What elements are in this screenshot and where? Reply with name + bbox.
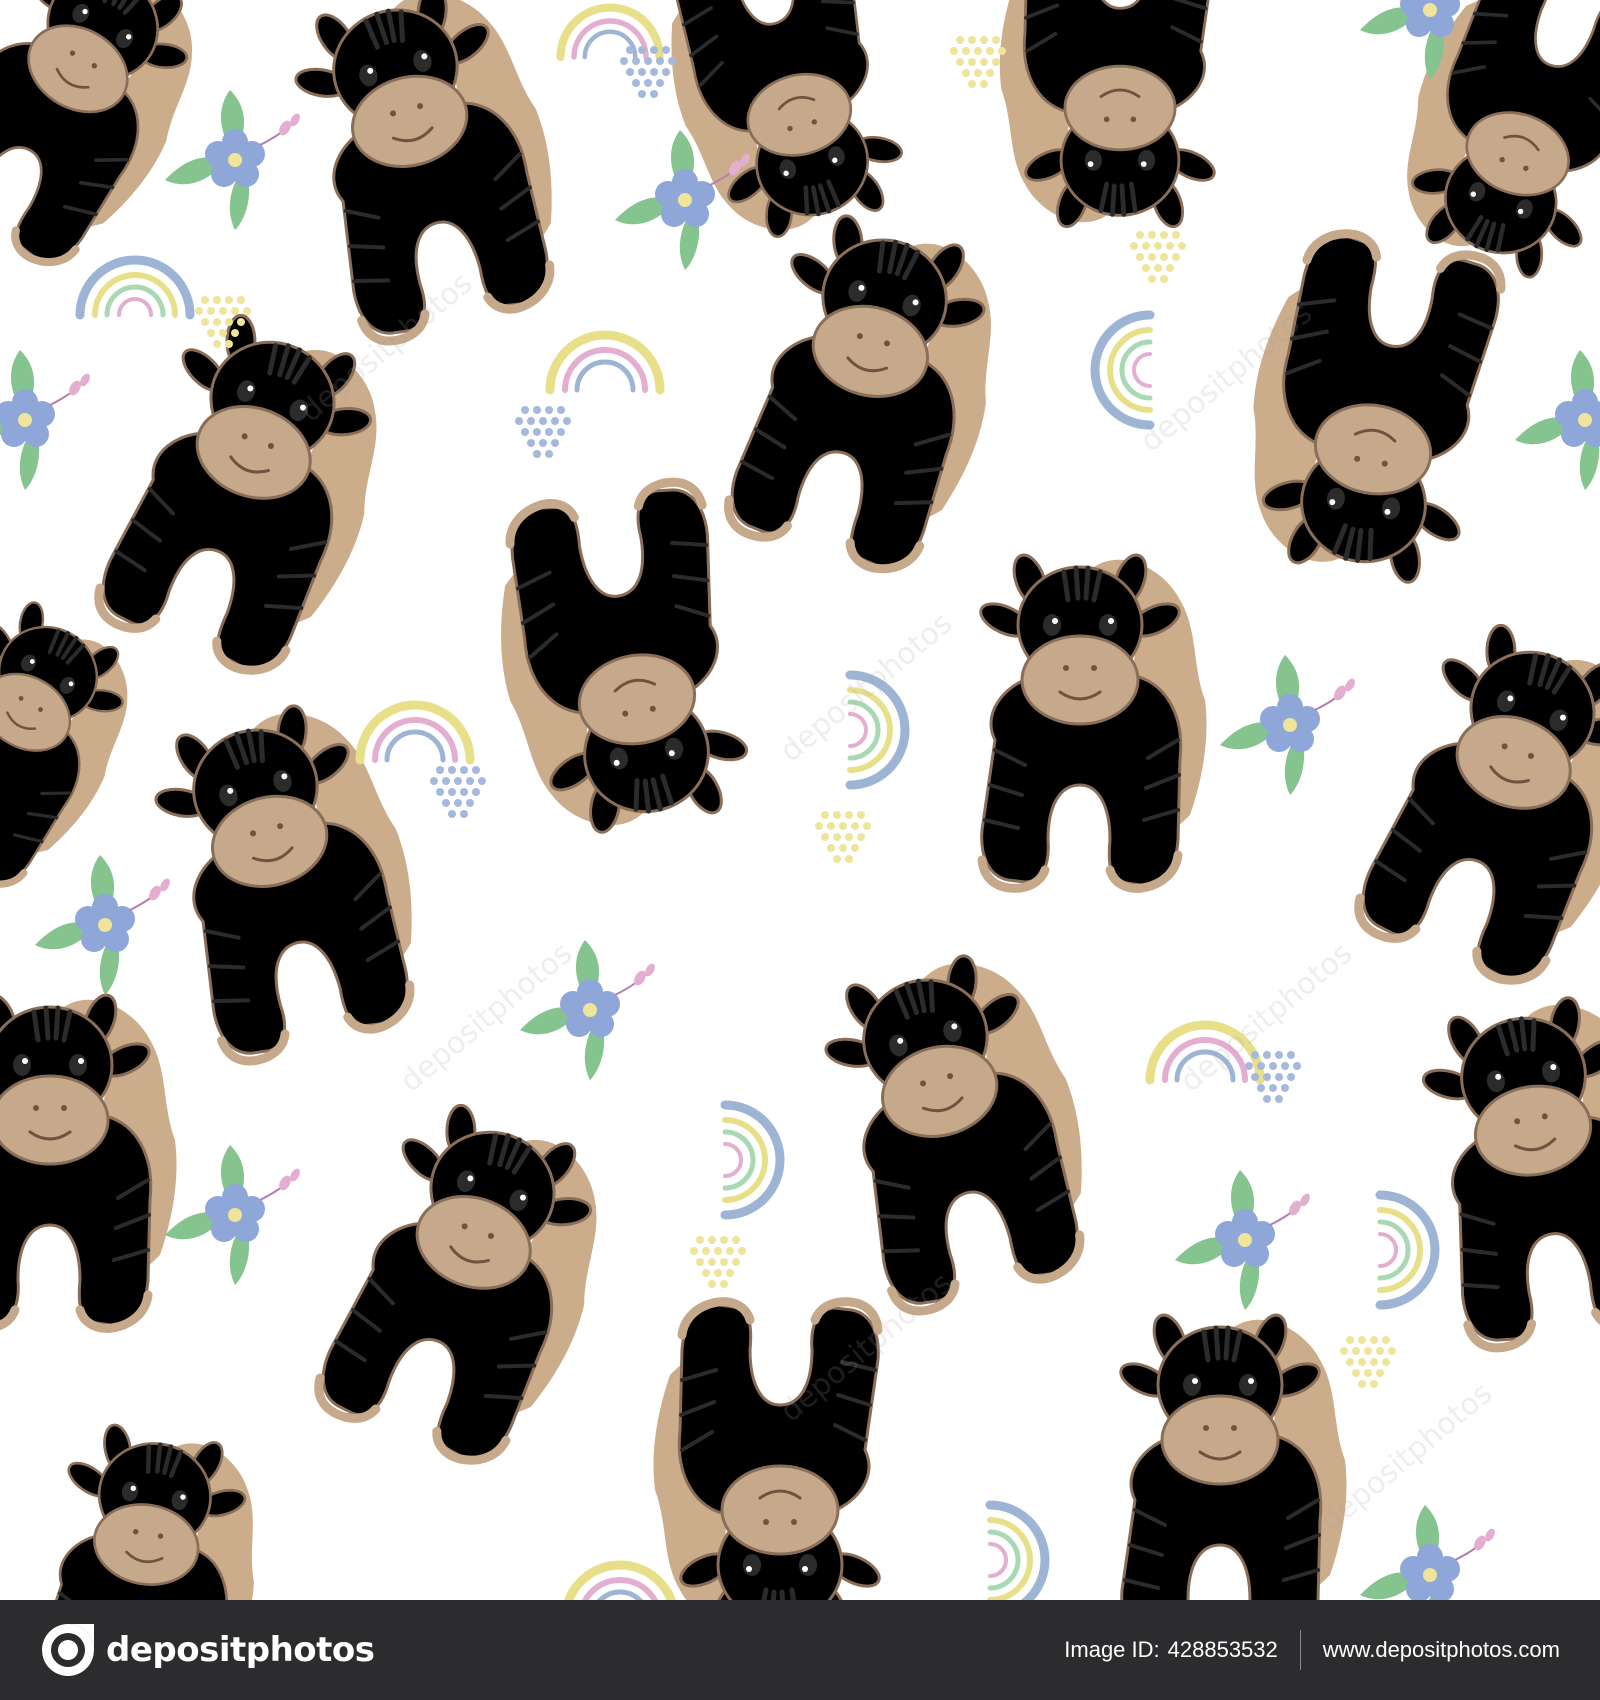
image-id: 428853532: [1167, 1637, 1278, 1662]
dots-yellow: [690, 1236, 746, 1288]
zebra-blue: [0, 991, 177, 1329]
dots-yellow: [815, 811, 871, 863]
website-link[interactable]: www.depositphotos.com: [1323, 1637, 1560, 1663]
footer-bar: depositphotos Image ID: 428853532 www.de…: [0, 1600, 1600, 1700]
zebra-pink: [0, 0, 235, 288]
rainbow: [565, 1565, 675, 1600]
rainbow: [1150, 1025, 1260, 1080]
dots-yellow: [1130, 231, 1186, 283]
rainbow: [550, 335, 660, 390]
flower: [164, 89, 303, 231]
flower: [1219, 654, 1358, 796]
rainbow: [80, 260, 190, 315]
zebra-blue: [716, 200, 1026, 586]
zebra-pink: [1371, 0, 1600, 295]
dots-yellow: [950, 36, 1006, 88]
zebra-blue: [1000, 0, 1219, 231]
rainbow: [990, 1505, 1045, 1600]
zebra-pink: [305, 1085, 637, 1481]
flower: [1514, 349, 1600, 491]
zebra-pattern: .pink .body { fill: #f9d8ec; } .blue .bo…: [0, 0, 1600, 1600]
flower: [0, 349, 93, 491]
image-info: Image ID: 428853532 www.depositphotos.co…: [1064, 1630, 1560, 1670]
rainbow: [360, 705, 470, 760]
rainbow: [850, 675, 905, 785]
rainbow: [1380, 1195, 1435, 1305]
rainbow: [1095, 315, 1150, 425]
zebra-blue: [1116, 1311, 1347, 1600]
rainbow: [725, 1105, 780, 1215]
dots-blue: [430, 766, 486, 818]
zebra-pink: [653, 1302, 884, 1600]
zebra-pink: [806, 934, 1116, 1320]
brand-name: depositphotos: [106, 1630, 375, 1670]
zebra-blue: [1408, 981, 1600, 1354]
zebra-pink: [476, 476, 762, 849]
brand-logo[interactable]: depositphotos: [40, 1622, 375, 1678]
zebra-pink: [21, 1414, 278, 1600]
zebra-blue: [976, 551, 1207, 889]
flower: [1359, 1504, 1498, 1600]
flower: [164, 1144, 303, 1286]
flower: [1174, 1169, 1313, 1311]
zebra-pink: [85, 295, 417, 691]
zebra-blue: [136, 684, 446, 1070]
flower: [34, 854, 173, 996]
zebra-blue: [276, 0, 586, 350]
flower: [519, 939, 658, 1081]
dots-yellow: [1340, 1336, 1396, 1388]
image-id-label: Image ID:: [1064, 1637, 1160, 1662]
dots-blue: [515, 406, 571, 458]
zebra-pink: [1226, 222, 1512, 595]
zebra-pink: [1345, 605, 1600, 1001]
divider: [1299, 1630, 1301, 1670]
depositphotos-logo-icon: [42, 1624, 94, 1676]
